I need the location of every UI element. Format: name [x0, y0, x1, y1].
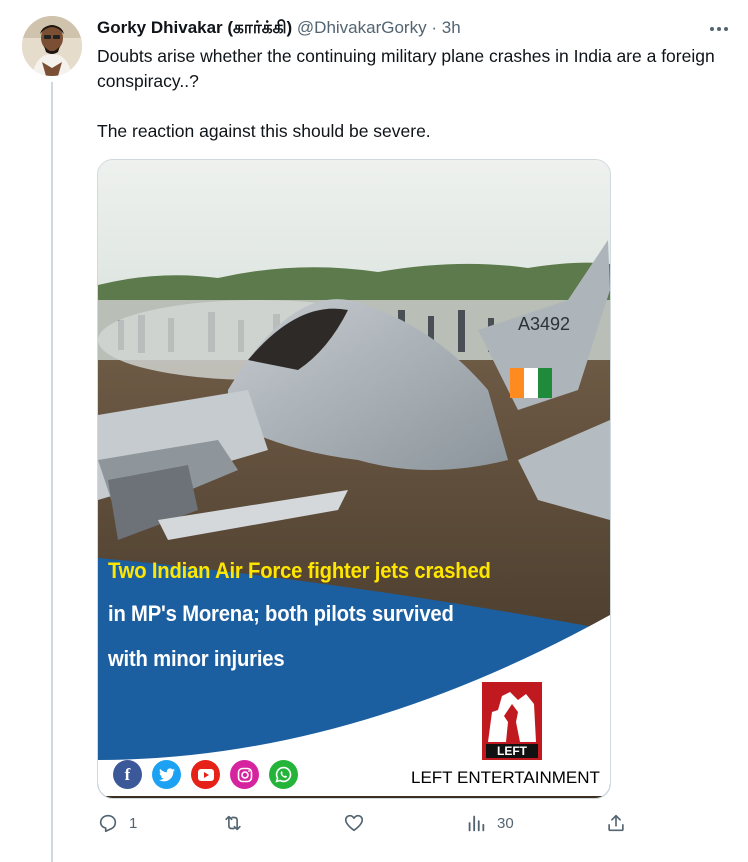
facebook-icon: f	[113, 760, 142, 789]
headline-line2: in MP's Morena; both pilots survived	[108, 601, 454, 626]
analytics-icon	[468, 815, 485, 832]
youtube-icon	[191, 760, 220, 789]
social-icons: f	[113, 760, 298, 789]
views-button[interactable]: 30	[465, 812, 514, 834]
headline-line3: with minor injuries	[108, 646, 285, 671]
tail-number-text: A3492	[518, 314, 570, 334]
more-options-button[interactable]	[708, 20, 730, 38]
reply-icon	[99, 814, 117, 833]
instagram-icon	[230, 760, 259, 789]
left-entertainment-logo: LEFT	[482, 682, 542, 760]
tweet-text-line2: The reaction against this should be seve…	[97, 121, 431, 141]
logo-text: LEFT	[497, 744, 528, 758]
thread-line	[51, 82, 53, 862]
tweet-header: Gorky Dhivakar (கார்க்கி) @DhivakarGorky…	[97, 18, 461, 40]
whatsapp-icon	[269, 760, 298, 789]
avatar-image	[22, 16, 82, 76]
heart-icon	[344, 814, 364, 832]
avatar[interactable]	[22, 16, 82, 76]
logo-icon: LEFT	[482, 682, 542, 760]
share-icon	[608, 814, 624, 832]
views-count: 30	[497, 814, 514, 832]
author-handle[interactable]: @DhivakarGorky	[297, 18, 427, 37]
reply-button[interactable]: 1	[97, 812, 137, 834]
tweet-actions: 1 30	[97, 812, 637, 842]
tweet-text-line1: Doubts arise whether the continuing mili…	[97, 46, 715, 91]
retweet-button[interactable]	[222, 812, 254, 834]
more-icon	[710, 27, 728, 31]
reply-count: 1	[129, 814, 138, 832]
tweet-media-image[interactable]: A3492 Two Indian Air Force fighter jets …	[97, 159, 611, 799]
tweet-text: Doubts arise whether the continuing mili…	[97, 44, 727, 144]
tweet-time[interactable]: 3h	[442, 18, 461, 37]
brand-name: LEFT ENTERTAINMENT	[411, 768, 600, 787]
separator-dot: ·	[431, 18, 437, 37]
twitter-icon	[152, 760, 181, 789]
share-button[interactable]	[605, 812, 627, 834]
author-name[interactable]: Gorky Dhivakar (கார்க்கி)	[97, 18, 292, 37]
headline-line1: Two Indian Air Force fighter jets crashe…	[108, 558, 491, 583]
retweet-icon	[225, 815, 241, 831]
like-button[interactable]	[343, 812, 375, 834]
